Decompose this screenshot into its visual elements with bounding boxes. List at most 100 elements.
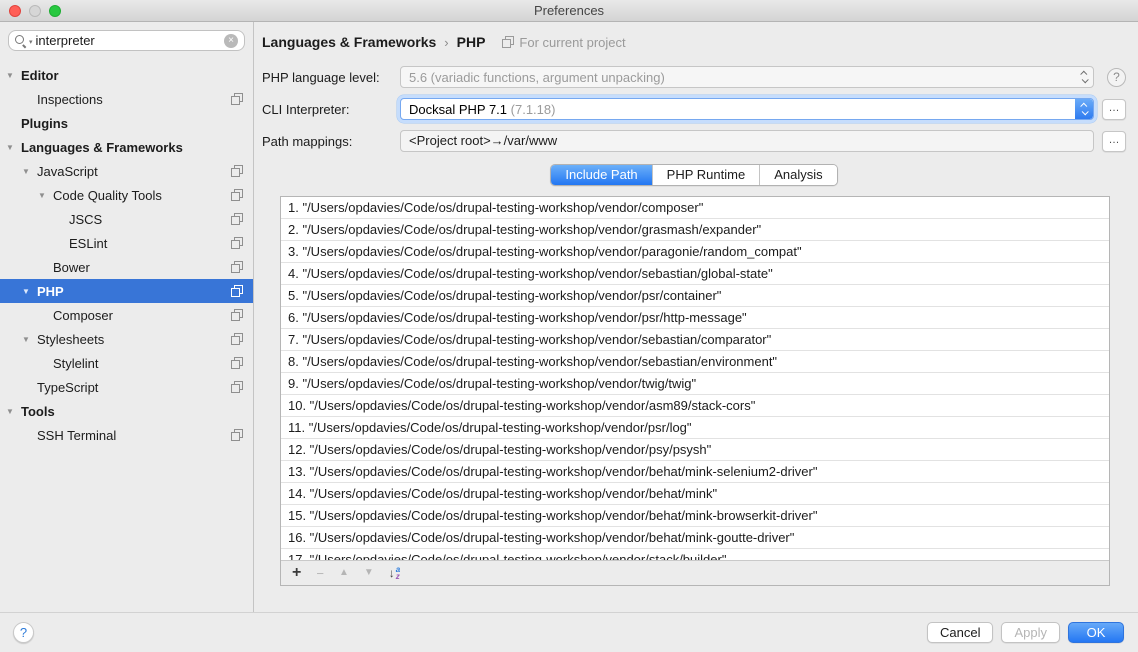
context-help-icon[interactable]: ? <box>1107 68 1126 87</box>
include-path-row[interactable]: 11. "/Users/opdavies/Code/os/drupal-test… <box>281 417 1109 439</box>
ok-button[interactable]: OK <box>1068 622 1124 643</box>
list-toolbar: + − ▲ ▼ ↓ az <box>281 560 1109 585</box>
sidebar-item-inspections[interactable]: Inspections <box>0 87 253 111</box>
path-mappings-field[interactable]: <Project root>→/var/www <box>400 130 1094 152</box>
path-mappings-more-button[interactable]: … <box>1102 131 1126 152</box>
current-project-icon <box>231 165 243 177</box>
expand-triangle-icon[interactable]: ▼ <box>6 407 21 416</box>
expand-triangle-icon[interactable]: ▼ <box>22 167 37 176</box>
expand-triangle-icon[interactable]: ▼ <box>6 71 21 80</box>
include-path-row[interactable]: 15. "/Users/opdavies/Code/os/drupal-test… <box>281 505 1109 527</box>
help-button[interactable]: ? <box>13 622 34 643</box>
sidebar-item-plugins[interactable]: Plugins <box>0 111 253 135</box>
tab-include-path[interactable]: Include Path <box>551 165 651 185</box>
cli-interpreter-label: CLI Interpreter: <box>262 102 400 117</box>
sidebar-item-tools[interactable]: ▼Tools <box>0 399 253 423</box>
move-up-icon[interactable]: ▲ <box>339 568 349 578</box>
include-path-row[interactable]: 4. "/Users/opdavies/Code/os/drupal-testi… <box>281 263 1109 285</box>
search-wrap: ▾ × <box>8 30 245 51</box>
include-path-tabs: Include PathPHP RuntimeAnalysis <box>550 164 837 186</box>
preferences-window: Preferences ▾ × ▼EditorInspectionsPlugin… <box>0 0 1138 652</box>
sidebar-item-label: Stylelint <box>53 356 99 371</box>
clear-search-icon[interactable]: × <box>224 34 238 48</box>
sidebar-item-label: Inspections <box>37 92 103 107</box>
expand-triangle-icon[interactable]: ▼ <box>22 287 37 296</box>
search-icon <box>15 34 28 47</box>
expand-triangle-icon[interactable]: ▼ <box>6 143 21 152</box>
sort-alpha-icon[interactable]: ↓ az <box>389 566 400 580</box>
sidebar-item-label: Tools <box>21 404 55 419</box>
breadcrumb: Languages & Frameworks › PHP For current… <box>262 32 1126 52</box>
include-path-row[interactable]: 10. "/Users/opdavies/Code/os/drupal-test… <box>281 395 1109 417</box>
current-project-icon <box>231 333 243 345</box>
current-project-icon <box>231 309 243 321</box>
expand-triangle-icon[interactable]: ▼ <box>38 191 53 200</box>
path-mappings-label: Path mappings: <box>262 134 400 149</box>
sidebar-item-label: Plugins <box>21 116 68 131</box>
path-mappings-row: Path mappings: <Project root>→/var/www … <box>262 130 1126 152</box>
breadcrumb-separator-icon: › <box>444 35 448 50</box>
current-project-icon <box>231 357 243 369</box>
sidebar-item-label: Code Quality Tools <box>53 188 162 203</box>
sidebar-item-javascript[interactable]: ▼JavaScript <box>0 159 253 183</box>
sidebar-item-typescript[interactable]: TypeScript <box>0 375 253 399</box>
current-project-icon <box>231 237 243 249</box>
include-path-row[interactable]: 14. "/Users/opdavies/Code/os/drupal-test… <box>281 483 1109 505</box>
sidebar-item-code-quality-tools[interactable]: ▼Code Quality Tools <box>0 183 253 207</box>
cli-interpreter-more-button[interactable]: … <box>1102 99 1126 120</box>
include-path-row[interactable]: 17. "/Users/opdavies/Code/os/drupal-test… <box>281 549 1109 560</box>
sidebar-item-label: Editor <box>21 68 59 83</box>
include-path-row[interactable]: 9. "/Users/opdavies/Code/os/drupal-testi… <box>281 373 1109 395</box>
title-bar: Preferences <box>0 0 1138 22</box>
cli-interpreter-row: CLI Interpreter: Docksal PHP 7.1 (7.1.18… <box>262 98 1126 120</box>
sidebar-item-languages-frameworks[interactable]: ▼Languages & Frameworks <box>0 135 253 159</box>
sidebar-item-stylesheets[interactable]: ▼Stylesheets <box>0 327 253 351</box>
sidebar-item-eslint[interactable]: ESLint <box>0 231 253 255</box>
include-path-row[interactable]: 3. "/Users/opdavies/Code/os/drupal-testi… <box>281 241 1109 263</box>
cli-interpreter-select[interactable]: Docksal PHP 7.1 (7.1.18) <box>400 98 1094 120</box>
language-level-value: 5.6 (variadic functions, argument unpack… <box>409 70 1075 85</box>
sidebar-item-php[interactable]: ▼PHP <box>0 279 253 303</box>
sidebar-item-label: Languages & Frameworks <box>21 140 183 155</box>
current-project-icon <box>231 93 243 105</box>
search-field[interactable]: ▾ × <box>8 30 245 51</box>
move-down-icon[interactable]: ▼ <box>364 568 374 578</box>
include-path-panel: 1. "/Users/opdavies/Code/os/drupal-testi… <box>280 196 1110 586</box>
search-input[interactable] <box>36 33 224 48</box>
chevron-up-down-icon <box>1075 99 1093 119</box>
include-path-row[interactable]: 2. "/Users/opdavies/Code/os/drupal-testi… <box>281 219 1109 241</box>
sidebar-item-composer[interactable]: Composer <box>0 303 253 327</box>
cli-interpreter-value: Docksal PHP 7.1 (7.1.18) <box>409 102 1075 117</box>
search-options-caret-icon[interactable]: ▾ <box>29 38 33 46</box>
apply-button[interactable]: Apply <box>1001 622 1060 643</box>
include-path-row[interactable]: 6. "/Users/opdavies/Code/os/drupal-testi… <box>281 307 1109 329</box>
tabbar-wrap: Include PathPHP RuntimeAnalysis <box>262 164 1126 186</box>
sidebar-item-jscs[interactable]: JSCS <box>0 207 253 231</box>
dialog-footer: ? Cancel Apply OK <box>0 612 1138 652</box>
include-path-row[interactable]: 12. "/Users/opdavies/Code/os/drupal-test… <box>281 439 1109 461</box>
language-level-select[interactable]: 5.6 (variadic functions, argument unpack… <box>400 66 1094 88</box>
cancel-button[interactable]: Cancel <box>927 622 993 643</box>
sidebar-item-editor[interactable]: ▼Editor <box>0 63 253 87</box>
add-path-icon[interactable]: + <box>292 565 301 581</box>
sidebar-item-bower[interactable]: Bower <box>0 255 253 279</box>
tab-php-runtime[interactable]: PHP Runtime <box>652 165 760 185</box>
remove-path-icon[interactable]: − <box>316 567 324 580</box>
include-path-list[interactable]: 1. "/Users/opdavies/Code/os/drupal-testi… <box>281 197 1109 560</box>
sidebar-item-ssh-terminal[interactable]: SSH Terminal <box>0 423 253 447</box>
include-path-row[interactable]: 1. "/Users/opdavies/Code/os/drupal-testi… <box>281 197 1109 219</box>
include-path-row[interactable]: 13. "/Users/opdavies/Code/os/drupal-test… <box>281 461 1109 483</box>
current-project-icon <box>231 429 243 441</box>
include-path-row[interactable]: 16. "/Users/opdavies/Code/os/drupal-test… <box>281 527 1109 549</box>
sidebar-item-stylelint[interactable]: Stylelint <box>0 351 253 375</box>
include-path-row[interactable]: 7. "/Users/opdavies/Code/os/drupal-testi… <box>281 329 1109 351</box>
chevron-up-down-icon <box>1075 67 1093 87</box>
include-path-row[interactable]: 5. "/Users/opdavies/Code/os/drupal-testi… <box>281 285 1109 307</box>
scope-label: For current project <box>519 35 625 50</box>
tab-analysis[interactable]: Analysis <box>759 165 836 185</box>
expand-triangle-icon[interactable]: ▼ <box>22 335 37 344</box>
include-path-row[interactable]: 8. "/Users/opdavies/Code/os/drupal-testi… <box>281 351 1109 373</box>
breadcrumb-languages-frameworks[interactable]: Languages & Frameworks <box>262 34 436 50</box>
sidebar-item-label: ESLint <box>69 236 107 251</box>
current-project-icon <box>231 285 243 297</box>
